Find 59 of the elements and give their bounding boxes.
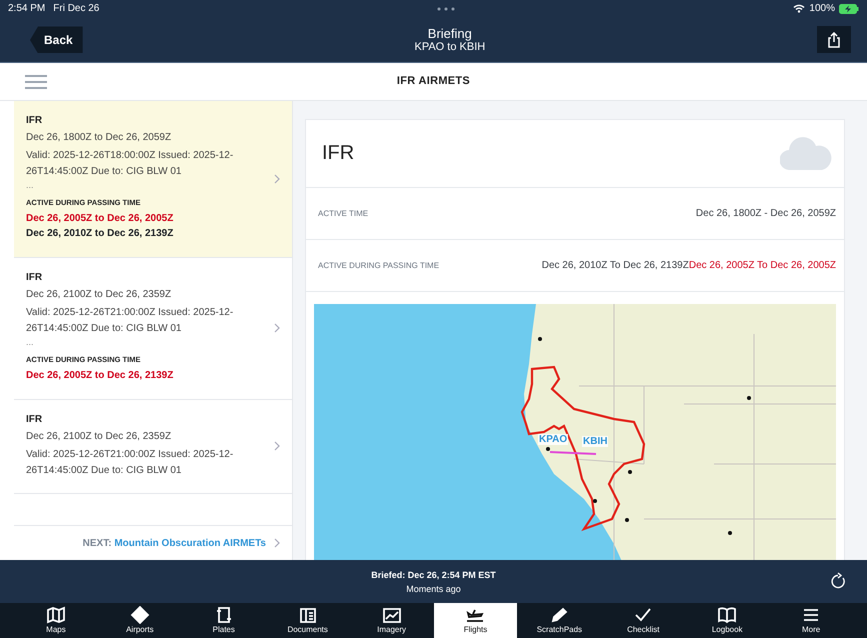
nav-subtitle: KPAO to KBIH [414,41,486,54]
active-time: Dec 26, 2005Z to Dec 26, 2139Z [26,370,174,381]
row-label: ACTIVE TIME [318,208,368,218]
pencil-icon [549,606,570,624]
nav-title: Briefing [428,26,472,42]
row-label: ACTIVE DURING PASSING TIME [318,260,440,270]
tab-bar-item[interactable]: Plates [182,603,266,638]
airmet-title: IFR [26,272,44,283]
share-icon [826,32,842,48]
tab-bar-item[interactable]: Logbook [685,603,770,638]
row-value: Dec 26, 2010Z To Dec 26, 2139Z [542,260,689,271]
map-icon [46,606,66,624]
active-time: Dec 26, 2005Z to Dec 26, 2005Z [26,212,174,224]
tab-bar-item[interactable]: Checklist [601,603,686,638]
section-title: IFR AIRMETS [396,75,470,88]
active-time: Dec 26, 2010Z to Dec 26, 2139Z [26,228,174,239]
waypoint-label: KPAO [538,434,568,445]
tab-bar-item[interactable]: Documents [266,603,350,638]
briefed-age: Moments ago [406,584,461,594]
briefed-time: Briefed: Dec 26, 2:54 PM EST [371,570,496,580]
tab-bar-item[interactable]: More [769,603,854,638]
cloud-icon [780,136,832,170]
diamond-icon [130,606,150,624]
ellipsis-text: ... [26,180,35,190]
chevron-right-icon [274,441,280,452]
airmet-details: Valid: 2025-12-26T21:00:00Z Issued: 2025-12-26T14:45:00Z Due to: CIG BLW 01 [26,448,234,478]
battery-icon [838,4,859,14]
detail-title: IFR [322,142,354,165]
share-button[interactable] [817,26,851,54]
airmet-range: Dec 26, 2100Z to Dec 26, 2359Z [26,288,172,300]
document-icon [298,606,318,624]
row-value: Dec 26, 2005Z To Dec 26, 2005Z [688,260,836,271]
ellipsis-text: ... [26,336,35,347]
tab-bar-item[interactable]: Airports [98,603,182,638]
airmet-details: Valid: 2025-12-26T18:00:00Z Issued: 2025-12-26T14:45:00Z Due to: CIG BLW 01 [26,148,234,179]
chart-icon [382,606,402,624]
tab-bar-item[interactable]: Imagery [350,603,434,638]
airmet-range: Dec 26, 1800Z to Dec 26, 2059Z [26,132,172,143]
chevron-right-icon [274,538,280,548]
back-button[interactable]: Back [30,26,83,54]
airmet-title: IFR [26,414,44,425]
tab-bar-item[interactable]: Maps [14,603,98,638]
airmet-details: Valid: 2025-12-26T21:00:00Z Issued: 2025-12-26T14:45:00Z Due to: CIG BLW 01 [26,306,234,336]
book-icon [717,606,738,624]
status-date: Fri Dec 26 [53,3,100,14]
battery-percent: 100% [809,3,835,14]
airmet-title: IFR [26,114,44,126]
tab-bar-item[interactable]: Flights [434,603,518,638]
chevron-right-icon [274,174,280,184]
more-dots-icon [437,6,456,11]
chevron-right-icon [274,323,280,334]
airmet-list-item[interactable] [14,100,292,258]
tab-bar-item[interactable]: ScratchPads [517,603,602,638]
row-value: Dec 26, 1800Z - Dec 26, 2059Z [696,208,836,219]
airmet-range: Dec 26, 2100Z to Dec 26, 2359Z [26,430,172,442]
refresh-icon[interactable] [831,572,847,590]
wifi-icon [793,4,806,14]
waypoint-label: KBIH [582,436,608,447]
status-time: 2:54 PM [8,3,46,14]
